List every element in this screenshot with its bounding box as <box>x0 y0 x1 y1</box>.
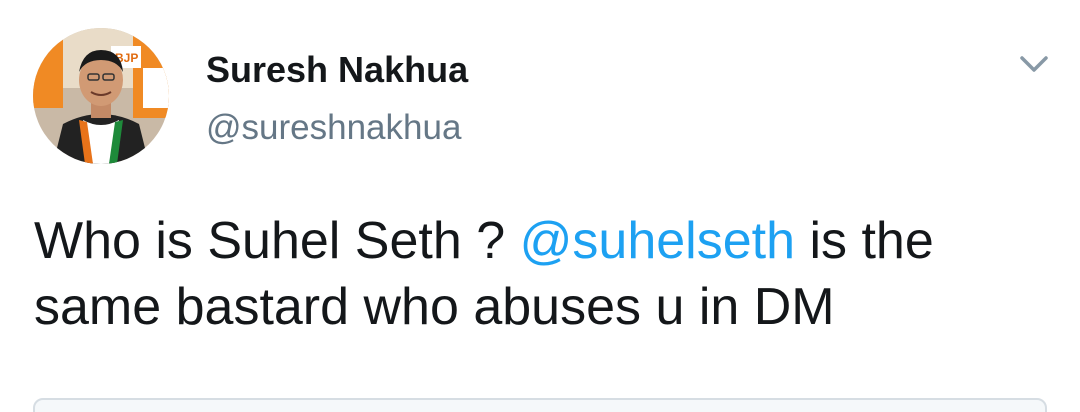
author-avatar[interactable]: BJP <box>33 28 169 164</box>
avatar-photo: BJP <box>33 28 169 164</box>
author-handle[interactable]: @sureshnakhua <box>206 106 461 150</box>
chevron-down-icon <box>1020 56 1048 72</box>
author-display-name[interactable]: Suresh Nakhua <box>206 48 468 92</box>
tweet-text-part1: Who is Suhel Seth ? <box>34 212 520 270</box>
media-card-preview[interactable] <box>33 398 1047 412</box>
tweet-card: BJP Suresh Nakhua @sureshnakhua Who is S… <box>0 0 1080 412</box>
tweet-text: Who is Suhel Seth ? @suhelseth is the sa… <box>34 208 1064 340</box>
mention-link[interactable]: @suhelseth <box>520 212 795 270</box>
tweet-menu-button[interactable] <box>1012 48 1056 82</box>
